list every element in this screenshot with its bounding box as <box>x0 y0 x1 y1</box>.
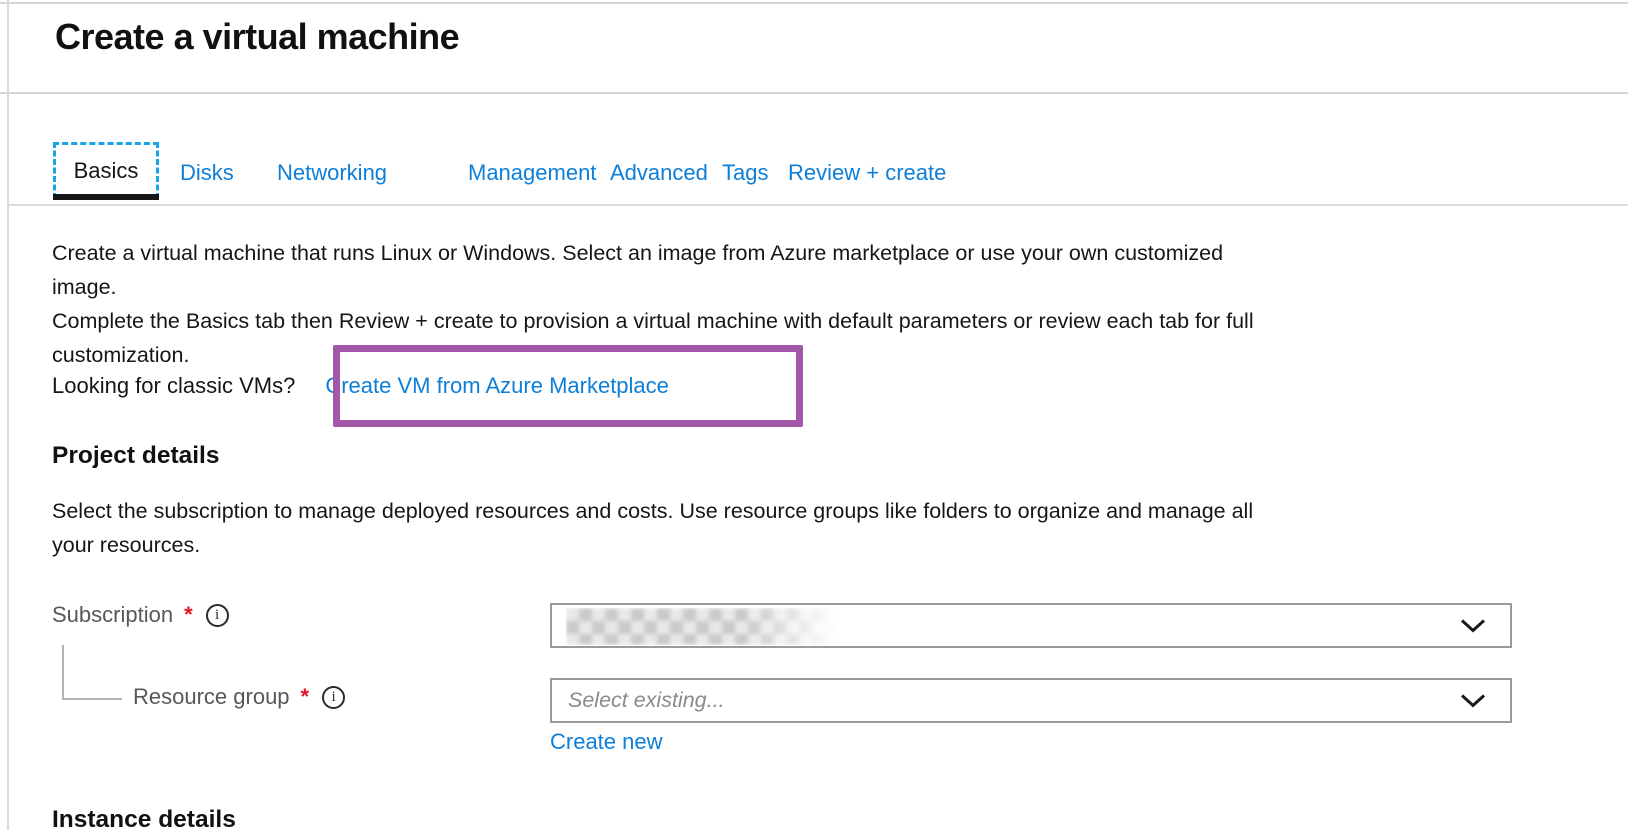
resource-group-label-row: Resource group * i <box>133 684 345 710</box>
classic-vm-prompt: Looking for classic VMs? <box>52 373 295 398</box>
resource-group-info-icon[interactable]: i <box>322 686 345 709</box>
tab-networking[interactable]: Networking <box>277 160 387 186</box>
tab-review-create[interactable]: Review + create <box>788 160 946 186</box>
page-title: Create a virtual machine <box>55 16 459 58</box>
tree-connector-horizontal <box>62 698 122 700</box>
tab-disks[interactable]: Disks <box>180 160 234 186</box>
classic-vm-row: Looking for classic VMs? Create VM from A… <box>52 372 669 400</box>
instance-details-heading: Instance details <box>52 806 236 830</box>
subscription-label: Subscription <box>52 602 173 628</box>
subscription-redacted-value <box>566 608 838 645</box>
project-details-description: Select the subscription to manage deploy… <box>52 494 1253 562</box>
subscription-dropdown[interactable] <box>550 603 1512 648</box>
subscription-label-row: Subscription * i <box>52 602 229 628</box>
resource-group-label: Resource group <box>133 684 290 710</box>
create-new-resource-group-link[interactable]: Create new <box>550 729 663 755</box>
tab-basics-label: Basics <box>74 158 139 184</box>
chevron-down-icon <box>1460 618 1486 633</box>
resource-group-required-asterisk: * <box>301 684 310 710</box>
resource-group-dropdown[interactable]: Select existing... <box>550 678 1512 723</box>
create-vm-blade: Create a virtual machine Basics Disks Ne… <box>0 0 1628 830</box>
tab-advanced[interactable]: Advanced <box>610 160 708 186</box>
create-vm-marketplace-link[interactable]: Create VM from Azure Marketplace <box>325 373 669 398</box>
chevron-down-icon <box>1460 693 1486 708</box>
top-border-line <box>0 2 1628 4</box>
tab-tags[interactable]: Tags <box>722 160 768 186</box>
subscription-required-asterisk: * <box>184 602 193 628</box>
tab-basics[interactable]: Basics <box>53 142 159 199</box>
tab-basics-active-underline <box>53 194 159 200</box>
header-divider <box>0 92 1628 94</box>
tree-connector-vertical <box>62 645 64 700</box>
tab-management[interactable]: Management <box>468 160 596 186</box>
resource-group-placeholder: Select existing... <box>568 688 725 713</box>
intro-text: Create a virtual machine that runs Linux… <box>52 236 1254 372</box>
subscription-info-icon[interactable]: i <box>206 604 229 627</box>
project-details-heading: Project details <box>52 442 219 470</box>
blade-left-border <box>7 0 9 830</box>
tabstrip-bottom-line <box>9 204 1628 206</box>
